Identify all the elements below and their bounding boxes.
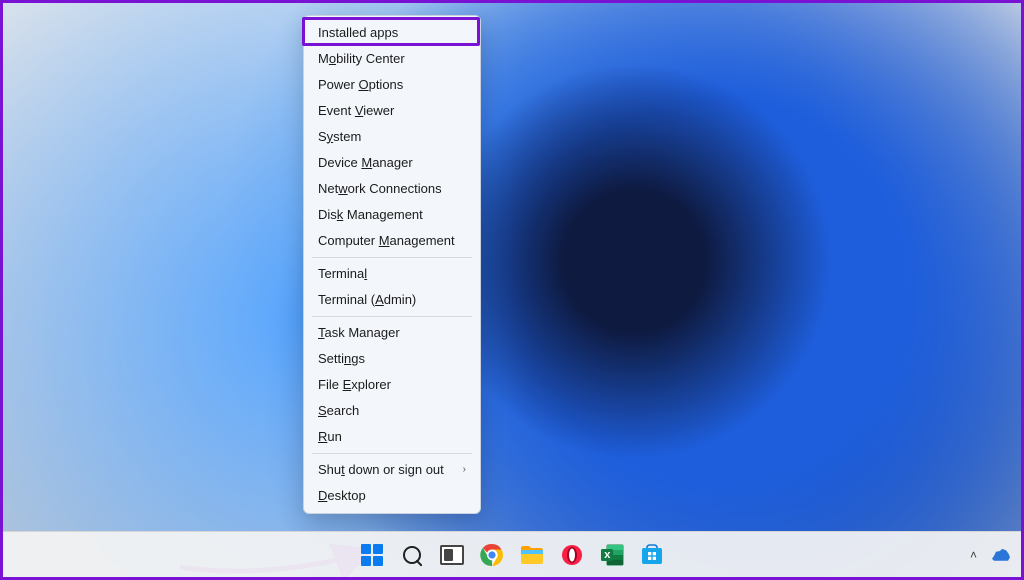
menu-separator bbox=[312, 316, 472, 317]
menu-item-label: Disk Management bbox=[318, 202, 423, 228]
menu-item-installed-apps[interactable]: Installed apps bbox=[304, 20, 480, 46]
menu-item-terminal-admin[interactable]: Terminal (Admin) bbox=[304, 287, 480, 313]
menu-item-label: Shut down or sign out bbox=[318, 457, 444, 483]
menu-item-desktop[interactable]: Desktop bbox=[304, 483, 480, 509]
menu-item-terminal[interactable]: Terminal bbox=[304, 261, 480, 287]
menu-item-label: Installed apps bbox=[318, 20, 398, 46]
desktop-wallpaper bbox=[3, 3, 1021, 577]
menu-item-label: Power Options bbox=[318, 72, 403, 98]
menu-item-shut-down-or-sign-out[interactable]: Shut down or sign out › bbox=[304, 457, 480, 483]
menu-item-power-options[interactable]: Power Options bbox=[304, 72, 480, 98]
menu-item-label: Terminal (Admin) bbox=[318, 287, 416, 313]
menu-item-label: Desktop bbox=[318, 483, 366, 509]
menu-item-label: File Explorer bbox=[318, 372, 391, 398]
menu-item-disk-management[interactable]: Disk Management bbox=[304, 202, 480, 228]
start-button[interactable] bbox=[359, 542, 385, 568]
opera-button[interactable] bbox=[559, 542, 585, 568]
system-tray: ˄ bbox=[970, 532, 1011, 577]
menu-item-search[interactable]: Search bbox=[304, 398, 480, 424]
menu-item-label: Computer Management bbox=[318, 228, 455, 254]
chrome-icon bbox=[480, 543, 504, 567]
menu-item-label: Device Manager bbox=[318, 150, 413, 176]
menu-item-label: Mobility Center bbox=[318, 46, 405, 72]
menu-item-label: Task Manager bbox=[318, 320, 400, 346]
tray-overflow-chevron-icon[interactable]: ˄ bbox=[970, 548, 977, 562]
menu-item-label: Search bbox=[318, 398, 359, 424]
menu-item-computer-management[interactable]: Computer Management bbox=[304, 228, 480, 254]
chevron-right-icon: › bbox=[463, 457, 466, 483]
taskbar: ˄ bbox=[3, 531, 1021, 577]
search-button[interactable] bbox=[399, 542, 425, 568]
windows-logo-icon bbox=[361, 544, 383, 566]
menu-item-label: Run bbox=[318, 424, 342, 450]
chrome-button[interactable] bbox=[479, 542, 505, 568]
file-explorer-button[interactable] bbox=[519, 542, 545, 568]
onedrive-sync-icon[interactable] bbox=[991, 548, 1011, 562]
menu-item-run[interactable]: Run bbox=[304, 424, 480, 450]
menu-item-settings[interactable]: Settings bbox=[304, 346, 480, 372]
menu-item-label: System bbox=[318, 124, 361, 150]
menu-item-network-connections[interactable]: Network Connections bbox=[304, 176, 480, 202]
menu-item-device-manager[interactable]: Device Manager bbox=[304, 150, 480, 176]
opera-icon bbox=[561, 544, 583, 566]
menu-item-label: Event Viewer bbox=[318, 98, 394, 124]
store-icon bbox=[640, 544, 664, 566]
taskbar-center bbox=[359, 542, 665, 568]
menu-item-event-viewer[interactable]: Event Viewer bbox=[304, 98, 480, 124]
search-icon bbox=[403, 546, 421, 564]
task-view-button[interactable] bbox=[439, 542, 465, 568]
menu-item-task-manager[interactable]: Task Manager bbox=[304, 320, 480, 346]
menu-item-system[interactable]: System bbox=[304, 124, 480, 150]
menu-item-label: Settings bbox=[318, 346, 365, 372]
menu-separator bbox=[312, 453, 472, 454]
menu-item-file-explorer[interactable]: File Explorer bbox=[304, 372, 480, 398]
folder-icon bbox=[520, 544, 544, 566]
store-button[interactable] bbox=[639, 542, 665, 568]
excel-button[interactable] bbox=[599, 542, 625, 568]
menu-item-label: Terminal bbox=[318, 261, 367, 287]
menu-item-mobility-center[interactable]: Mobility Center bbox=[304, 46, 480, 72]
menu-separator bbox=[312, 257, 472, 258]
excel-icon bbox=[600, 544, 624, 566]
winx-context-menu: Installed appsMobility CenterPower Optio… bbox=[303, 15, 481, 514]
menu-item-label: Network Connections bbox=[318, 176, 442, 202]
task-view-icon bbox=[440, 545, 464, 565]
